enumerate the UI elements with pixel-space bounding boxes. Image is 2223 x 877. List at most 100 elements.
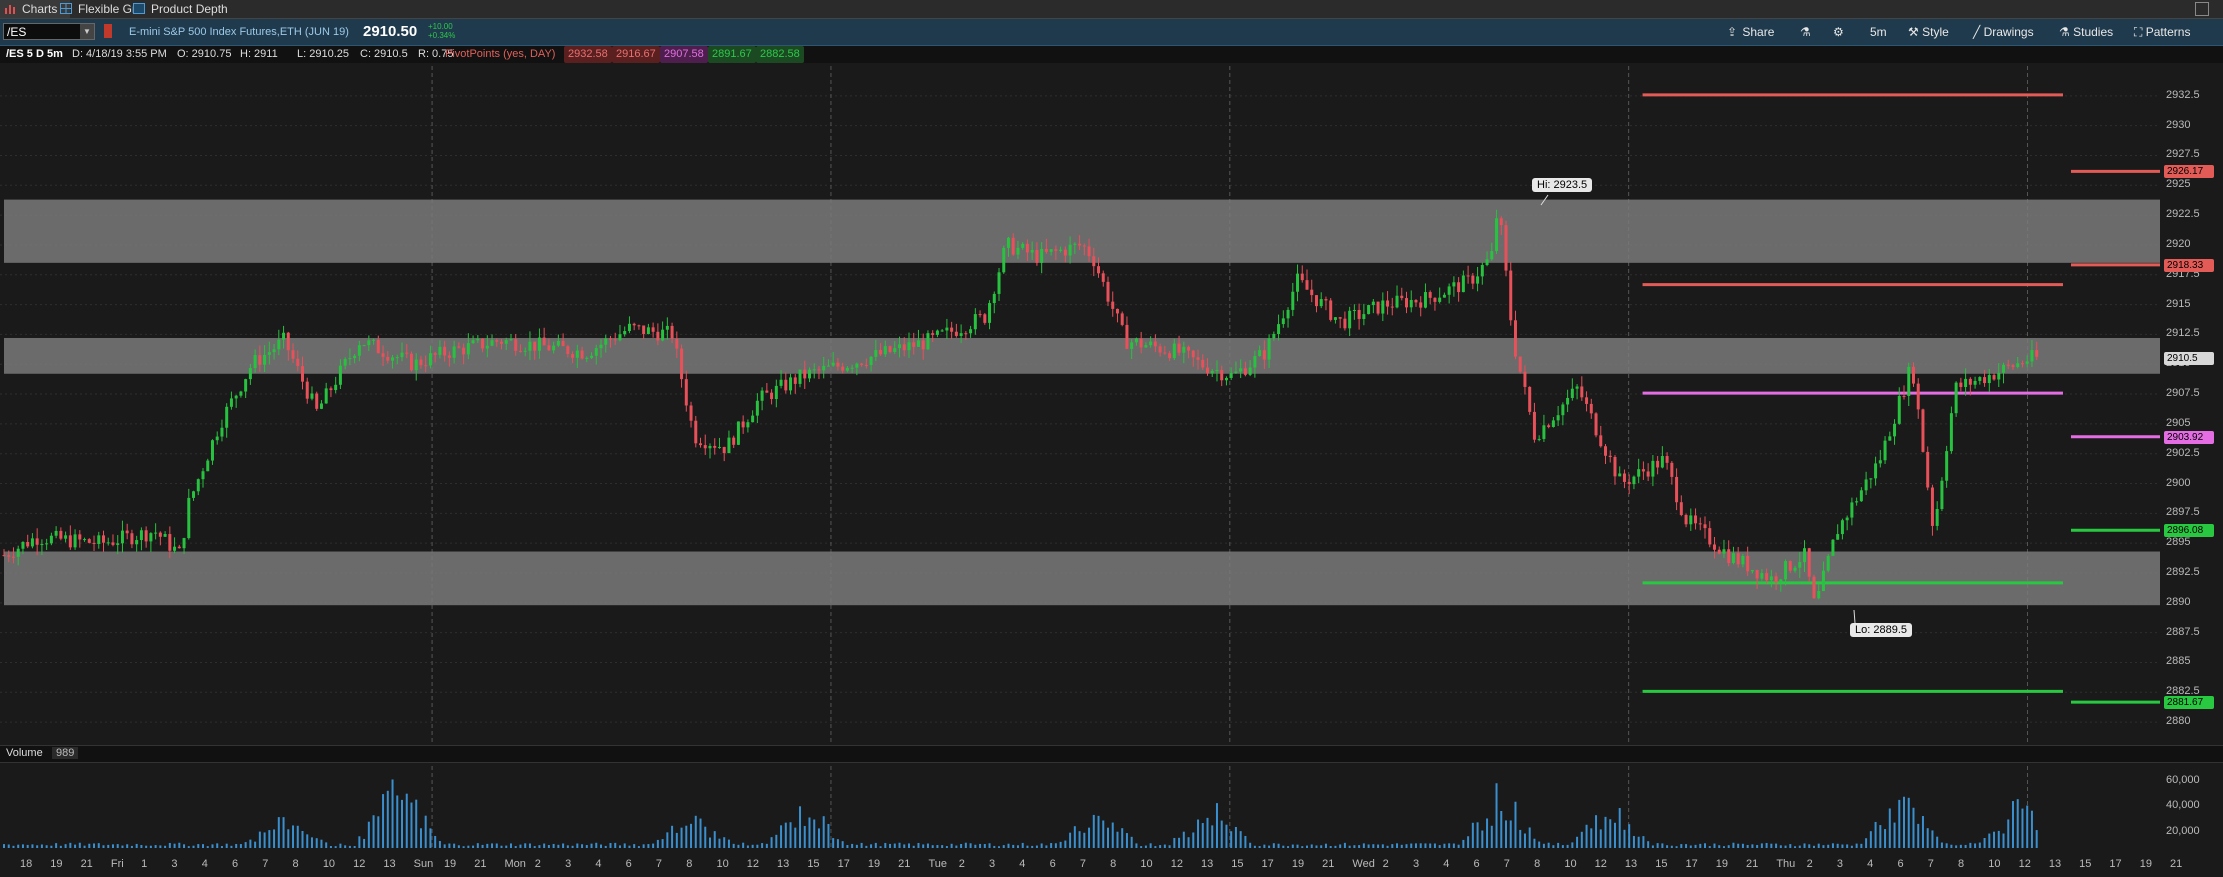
candle-body (845, 367, 849, 371)
volume-bar (268, 830, 271, 848)
candle-body (1940, 480, 1944, 510)
symbol-input[interactable]: /ES ▼ (3, 23, 95, 40)
volume-bar (552, 843, 555, 848)
candle-body (1893, 423, 1897, 437)
candle-body (1414, 299, 1418, 303)
volume-bar (822, 816, 825, 848)
candle-body (528, 341, 532, 351)
candle-body (1921, 409, 1925, 452)
volume-bar (671, 825, 674, 848)
candle-body (1779, 579, 1783, 583)
candle-body (1670, 462, 1674, 477)
volume-bar (476, 843, 479, 848)
candle-body (1817, 591, 1821, 599)
volume-bar (1069, 832, 1072, 848)
candle-body (1239, 368, 1243, 372)
volume-bar (1590, 828, 1593, 848)
time-tick: 19 (867, 858, 881, 870)
candle-body (1457, 282, 1461, 293)
candle-body (1059, 249, 1063, 251)
volume-bar (1514, 801, 1517, 848)
volume-bar (40, 844, 43, 848)
candle-body (893, 348, 897, 353)
gear-icon[interactable]: ⚙ (1833, 19, 1844, 45)
candle-body (779, 379, 783, 386)
volume-bar (1144, 845, 1147, 848)
volume-bar (893, 843, 896, 848)
link-icon[interactable] (104, 24, 112, 38)
candle-body (566, 346, 570, 355)
volume-bar (1637, 836, 1640, 848)
volume-bar (1168, 845, 1171, 848)
volume-bar (448, 843, 451, 848)
volume-bar (666, 832, 669, 848)
candle-body (1878, 460, 1882, 464)
candle-body (1476, 276, 1480, 284)
timeframe-button[interactable]: 5m (1870, 19, 1887, 45)
candle-body (258, 355, 262, 365)
volume-bar (1860, 843, 1863, 848)
volume-bar (83, 845, 86, 848)
volume-bar (1476, 822, 1479, 848)
volume-bar (1869, 831, 1872, 848)
volume-bar (1230, 831, 1233, 848)
candle-body (1253, 356, 1257, 368)
time-tick: 10 (322, 858, 336, 870)
candle-body (2016, 363, 2020, 367)
candle-body (30, 538, 34, 547)
candle-body (1774, 576, 1778, 583)
volume-bar (557, 844, 560, 848)
volume-bar (367, 821, 370, 848)
candle-body (1115, 308, 1119, 314)
style-button[interactable]: ⚒ Style (1908, 19, 1949, 45)
candle-body (419, 359, 423, 366)
candle-body (315, 393, 319, 409)
volume-bar (334, 846, 337, 848)
volume-bar (1178, 837, 1181, 848)
candle-body (774, 385, 778, 400)
candle-body (1367, 305, 1371, 315)
volume-bar (1794, 846, 1797, 848)
drawings-button[interactable]: ╱ Drawings (1973, 19, 2034, 45)
flask-icon[interactable]: ⚗ (1800, 19, 1811, 45)
candle-body (334, 384, 338, 391)
candle-body (1438, 297, 1442, 302)
volume-bar (1490, 825, 1493, 848)
patterns-button[interactable]: ⛶ Patterns (2134, 19, 2190, 45)
studies-button[interactable]: ⚗ Studies (2059, 19, 2113, 45)
candle-body (1106, 281, 1110, 302)
time-tick: 15 (1231, 858, 1244, 870)
share-button[interactable]: ⇪ Share (1727, 19, 1774, 45)
chevron-down-icon[interactable]: ▼ (80, 24, 94, 39)
volume-bar (1680, 844, 1683, 848)
volume-bar (1419, 843, 1422, 848)
volume-bar (941, 845, 944, 848)
volume-bar (770, 837, 773, 848)
tab-product-depth[interactable]: Product Depth (129, 0, 228, 18)
candle-body (608, 338, 612, 340)
time-tick: 12 (1594, 858, 1607, 870)
candle-body (1528, 386, 1532, 412)
volume-bar (178, 842, 181, 848)
volume-bar (576, 843, 579, 848)
volume-bar (1012, 844, 1015, 848)
volume-bar (585, 845, 588, 848)
volume-bar (26, 844, 29, 848)
candle-body (424, 365, 428, 367)
volume-bar (202, 844, 205, 848)
volume-bar (1495, 783, 1498, 848)
candle-body (476, 338, 480, 341)
candle-body (1087, 246, 1091, 257)
candle-body (1172, 343, 1176, 359)
volume-bar (216, 843, 219, 848)
time-tick: 8 (292, 858, 299, 870)
volume-bar (472, 845, 475, 848)
volume-bar (145, 845, 148, 848)
maximize-icon[interactable] (2195, 2, 2209, 16)
candle-body (1537, 438, 1541, 440)
volume-bar (462, 846, 465, 848)
volume-bar (1969, 842, 1972, 848)
volume-bar (45, 845, 48, 848)
volume-bar (1026, 845, 1029, 848)
pivot-study-label[interactable]: PivotPoints (yes, DAY) (445, 46, 555, 63)
